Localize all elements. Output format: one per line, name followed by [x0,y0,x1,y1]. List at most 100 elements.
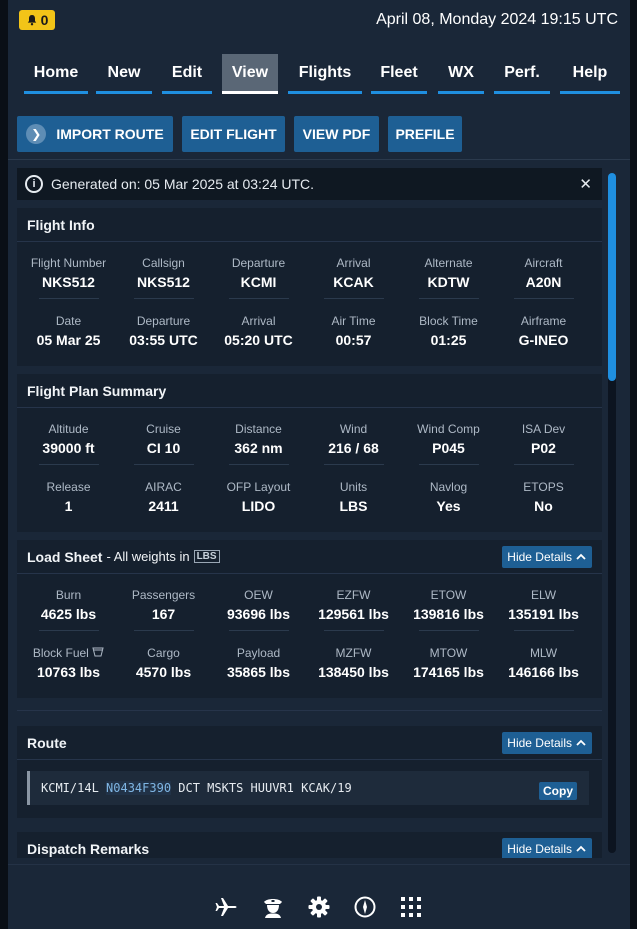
header-divider [8,159,630,160]
nav-wx[interactable]: WX [438,54,484,94]
cell-value: 10763 lbs [36,664,101,680]
cell-value: 4570 lbs [135,664,192,680]
hide-details-label: Hide Details [507,842,572,856]
load-cell: MTOW 174165 lbs [400,646,497,680]
route-string[interactable]: KCMI/14L N0434F390 DCT MSKTS HUUVR1 KCAK… [27,771,589,805]
cell-value: LBS [339,498,368,514]
cell-label: Altitude [48,422,89,436]
flight-view-content[interactable]: i Generated on: 05 Mar 2025 at 03:24 UTC… [17,168,602,858]
summary-cell: Altitude 39000 ft [20,422,117,465]
gear-icon[interactable] [307,895,331,919]
panel-title: Flight Plan Summary [17,374,602,408]
chevron-up-icon [576,845,586,852]
pilot-icon[interactable] [261,895,285,919]
cell-divider [228,464,289,465]
prefile-button[interactable]: PREFILE [388,116,462,152]
cell-value: 129561 lbs [318,606,389,622]
cell-value: 35865 lbs [226,664,291,680]
cell-label: Block Fuel [20,646,117,660]
nav-perf[interactable]: Perf. [494,54,550,94]
summary-cell: ISA Dev P02 [495,422,592,465]
cell-value: 138450 lbs [318,664,389,680]
summary-cell: Navlog Yes [400,480,497,514]
generated-notice: i Generated on: 05 Mar 2025 at 03:24 UTC… [17,168,602,200]
cell-divider [513,464,574,465]
nav-edit[interactable]: Edit [162,54,212,94]
cell-divider [418,630,479,631]
summary-cell: Wind Comp P045 [400,422,497,465]
nav-fleet[interactable]: Fleet [371,54,427,94]
cell-value: 01:25 [430,332,467,348]
flight-info-panel: Flight Info Flight Number NKS512 Callsign… [17,208,602,366]
hide-details-button[interactable]: Hide Details [502,546,592,568]
scrollbar-thumb[interactable] [608,173,616,381]
edit-flight-button[interactable]: EDIT FLIGHT [182,116,285,152]
summary-cell: Units LBS [305,480,402,514]
cell-value: 174165 lbs [413,664,484,680]
cell-value: 93696 lbs [226,606,291,622]
cell-label: ETOW [430,588,467,602]
block-fuel-label: Block Fuel [32,646,89,660]
route-speed-level: N0434F390 [106,781,172,795]
cell-label: Release [46,480,91,494]
cell-label: Departure [136,314,191,328]
cell-value: CI 10 [146,440,181,456]
cell-label: Airframe [520,314,567,328]
view-pdf-button[interactable]: VIEW PDF [294,116,379,152]
footer-divider [8,864,630,865]
cell-divider [418,464,479,465]
nav-new[interactable]: New [96,54,152,94]
cell-label: Payload [236,646,281,660]
cell-label: Units [339,480,368,494]
load-cell: ELW 135191 lbs [495,588,592,631]
cell-label: Passengers [131,588,196,602]
cell-divider [38,298,99,299]
main-nav: Home New Edit View Flights Fleet WX Perf… [8,54,630,96]
cell-value: KDTW [427,274,470,290]
cell-value: 39000 ft [42,440,95,456]
cell-label: Flight Number [30,256,107,270]
import-route-button[interactable]: ❯ IMPORT ROUTE [17,116,173,152]
apps-grid-icon[interactable] [399,895,423,919]
nav-help[interactable]: Help [560,54,620,94]
info-cell: Callsign NKS512 [115,256,212,299]
nav-flights[interactable]: Flights [288,54,362,94]
hide-details-button[interactable]: Hide Details [502,838,592,858]
cell-label: MTOW [429,646,468,660]
hide-details-button[interactable]: Hide Details [502,732,592,754]
cell-value: 167 [151,606,176,622]
close-icon[interactable]: ✕ [579,175,592,193]
cell-label: AIRAC [145,480,182,494]
copy-route-button[interactable]: Copy [539,782,577,800]
cell-value: 146166 lbs [508,664,579,680]
cell-label: Date [55,314,82,328]
cell-label: Navlog [429,480,468,494]
cell-label: Departure [231,256,286,270]
summary-cell: Release 1 [20,480,117,514]
summary-cell: Distance 362 nm [210,422,307,465]
remarks-header: Dispatch Remarks Hide Details [17,832,602,858]
cell-label: Block Time [419,314,478,328]
load-cell: Passengers 167 [115,588,212,631]
load-cell: MLW 146166 lbs [495,646,592,680]
compass-icon[interactable] [353,895,377,919]
summary-cell: AIRAC 2411 [115,480,212,514]
cell-value: NKS512 [42,274,95,290]
cell-divider [323,630,384,631]
cell-value: KCAK [333,274,374,290]
load-cell: Cargo 4570 lbs [115,646,212,680]
cell-value: 139816 lbs [413,606,484,622]
cell-value: 135191 lbs [508,606,579,622]
cell-label: Cruise [146,422,181,436]
alert-badge[interactable]: 0 [19,10,55,30]
cell-divider [513,298,574,299]
weights-note: - All weights in [106,549,190,564]
airplane-icon[interactable] [214,895,238,919]
cell-divider [133,630,194,631]
info-cell: Block Time 01:25 [400,314,497,348]
cell-label: ISA Dev [521,422,566,436]
nav-view[interactable]: View [222,54,278,94]
cell-value: G-INEO [518,332,569,348]
cell-value: No [534,498,553,514]
nav-home[interactable]: Home [24,54,88,94]
